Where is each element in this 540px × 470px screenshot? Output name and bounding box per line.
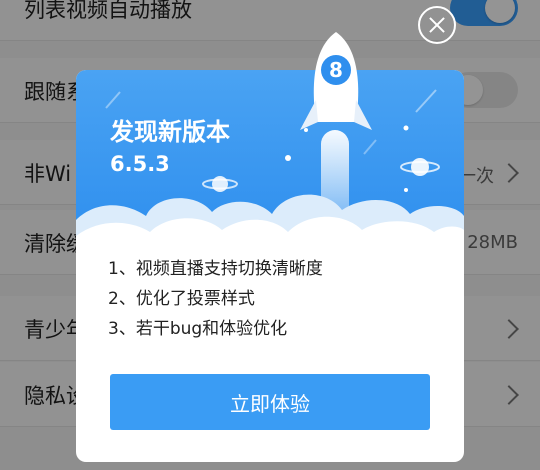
close-icon[interactable]: [418, 6, 456, 44]
rocket-badge-number: 8: [329, 58, 343, 82]
cloud-decoration: [76, 194, 464, 240]
dialog-header: 发现新版本 6.5.3: [76, 70, 464, 240]
release-note-item: 2、优化了投票样式: [108, 289, 255, 309]
rocket-icon: 8: [300, 32, 372, 130]
dialog-title: 发现新版本: [110, 118, 230, 146]
planet-icon: [400, 158, 440, 176]
release-note-item: 1、视频直播支持切换清晰度: [108, 259, 323, 279]
update-dialog: 发现新版本 6.5.3 8 1、视频直播支持切换清晰度 2、优化了投票样式 3、…: [76, 32, 464, 462]
version-number: 6.5.3: [110, 152, 170, 176]
release-note-item: 3、若干bug和体验优化: [108, 319, 288, 339]
release-notes: 1、视频直播支持切换清晰度 2、优化了投票样式 3、若干bug和体验优化: [108, 254, 323, 344]
try-now-button[interactable]: 立即体验: [110, 374, 430, 430]
